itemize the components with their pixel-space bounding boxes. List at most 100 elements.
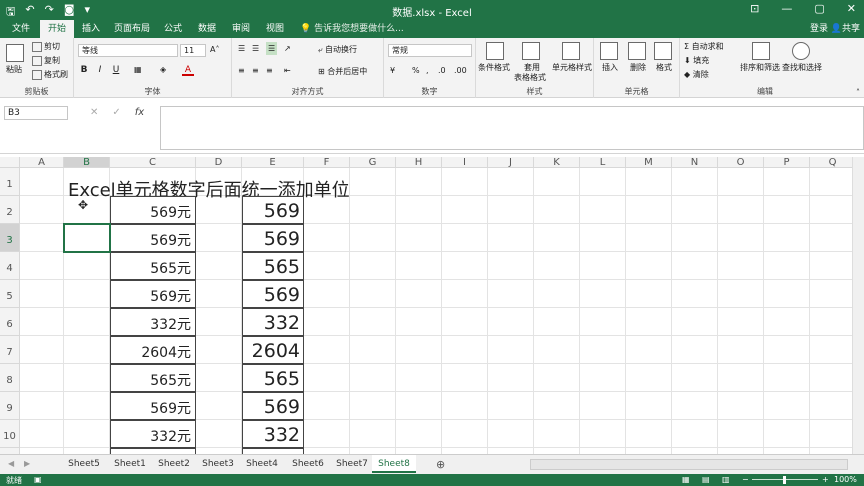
share-button[interactable]: 👤共享 (831, 20, 860, 38)
cell-e-value[interactable]: 569 (242, 196, 304, 224)
cell-c-value[interactable]: 565元 (110, 364, 196, 392)
grid-cell[interactable] (64, 420, 110, 448)
cell-styles-icon[interactable] (562, 42, 580, 60)
orientation-icon[interactable]: ↗ (284, 44, 291, 53)
grid-cell[interactable] (672, 196, 718, 224)
column-header[interactable]: N (672, 157, 718, 168)
grid-cell[interactable] (672, 252, 718, 280)
find-select-button[interactable]: 查找和选择 (782, 62, 822, 73)
grid-cell[interactable] (534, 336, 580, 364)
column-header[interactable]: I (442, 157, 488, 168)
cell-c-value[interactable]: 569元 (110, 224, 196, 252)
italic-button[interactable]: I (94, 64, 106, 76)
grid-cell[interactable] (764, 224, 810, 252)
grid-cell[interactable] (810, 280, 856, 308)
increase-decimal-icon[interactable]: .0 (438, 66, 446, 75)
grid-cell[interactable] (20, 168, 64, 196)
grid-cell[interactable] (534, 364, 580, 392)
collapse-ribbon-icon[interactable]: ˄ (856, 88, 860, 97)
column-header[interactable]: F (304, 157, 350, 168)
grid-cell[interactable] (196, 420, 242, 448)
find-select-icon[interactable] (792, 42, 810, 60)
grid-cell[interactable] (764, 280, 810, 308)
clear-button[interactable]: ◆ 清除 (684, 69, 709, 80)
row-header[interactable]: 9 (0, 392, 20, 420)
grid-cell[interactable] (810, 168, 856, 196)
bold-button[interactable]: B (78, 64, 90, 76)
grid-cell[interactable] (304, 280, 350, 308)
grid-cell[interactable] (672, 280, 718, 308)
grid-cell[interactable] (396, 364, 442, 392)
tab-review[interactable]: 审阅 (226, 20, 256, 38)
grid-cell[interactable] (718, 308, 764, 336)
grid-cell[interactable] (488, 364, 534, 392)
fill-button[interactable]: ⬇ 填充 (684, 55, 709, 66)
grid-cell[interactable] (672, 364, 718, 392)
grid-cell[interactable] (64, 308, 110, 336)
grid-cell[interactable] (350, 308, 396, 336)
row-header[interactable]: 2 (0, 196, 20, 224)
grid-cell[interactable] (442, 280, 488, 308)
grid-cell[interactable] (442, 364, 488, 392)
number-format-select[interactable]: 常规 (388, 44, 472, 57)
grid-cell[interactable] (64, 252, 110, 280)
grid-cell[interactable] (534, 308, 580, 336)
row-header[interactable]: 5 (0, 280, 20, 308)
macro-record-icon[interactable]: ▣ (34, 475, 42, 484)
zoom-in-icon[interactable]: + (822, 475, 829, 484)
column-header[interactable]: O (718, 157, 764, 168)
currency-icon[interactable]: ¥ (390, 66, 395, 75)
align-bottom-icon[interactable]: ☰ (266, 42, 278, 55)
column-header[interactable]: L (580, 157, 626, 168)
cell-c-value[interactable]: 2604元 (110, 336, 196, 364)
row-header[interactable]: 8 (0, 364, 20, 392)
sort-filter-button[interactable]: 排序和筛选 (740, 62, 780, 73)
grid-cell[interactable] (304, 308, 350, 336)
grid-cell[interactable] (304, 420, 350, 448)
grid-cell[interactable] (626, 224, 672, 252)
select-all-corner[interactable] (0, 157, 20, 168)
grid-cell[interactable] (350, 364, 396, 392)
page-layout-view-icon[interactable]: ▤ (702, 475, 710, 484)
grid-cell[interactable] (20, 308, 64, 336)
grid-cell[interactable] (626, 252, 672, 280)
tab-page-layout[interactable]: 页面布局 (110, 20, 154, 38)
format-table-icon[interactable] (522, 42, 540, 60)
cell-c-value[interactable]: 569元 (110, 280, 196, 308)
tab-view[interactable]: 视图 (260, 20, 290, 38)
underline-button[interactable]: U (110, 64, 122, 76)
normal-view-icon[interactable]: ▦ (682, 475, 690, 484)
font-name-select[interactable]: 等线 (78, 44, 178, 57)
row-header[interactable]: 10 (0, 420, 20, 448)
grid-cell[interactable] (810, 364, 856, 392)
tab-formulas[interactable]: 公式 (158, 20, 188, 38)
grid-cell[interactable] (534, 196, 580, 224)
grid-cell[interactable] (64, 280, 110, 308)
decrease-decimal-icon[interactable]: .00 (454, 66, 467, 75)
grid-cell[interactable] (442, 224, 488, 252)
conditional-format-icon[interactable] (486, 42, 504, 60)
grid-cell[interactable] (350, 280, 396, 308)
font-size-select[interactable]: 11 (180, 44, 206, 57)
cell-e-value[interactable]: 569 (242, 224, 304, 252)
insert-button[interactable]: 插入 (602, 62, 618, 73)
grid-cell[interactable] (350, 168, 396, 196)
grid-cell[interactable] (764, 364, 810, 392)
sheet-tab[interactable]: Sheet8 (372, 455, 416, 473)
grid-cell[interactable] (580, 280, 626, 308)
column-header[interactable]: Q (810, 157, 856, 168)
grid-cell[interactable] (534, 252, 580, 280)
scroll-right-icon[interactable]: ▶ (24, 459, 30, 468)
grid-cell[interactable] (580, 168, 626, 196)
sort-filter-icon[interactable] (752, 42, 770, 60)
merge-center-button[interactable]: ⊞ 合并后居中 (318, 66, 367, 77)
tab-file[interactable]: 文件 (4, 20, 38, 38)
column-header[interactable]: P (764, 157, 810, 168)
align-top-icon[interactable]: ☰ (238, 44, 245, 53)
grid-cell[interactable] (64, 392, 110, 420)
grid-cell[interactable] (672, 308, 718, 336)
grid-cell[interactable] (718, 168, 764, 196)
zoom-slider-thumb[interactable] (783, 476, 786, 484)
grid-cell[interactable] (626, 196, 672, 224)
align-middle-icon[interactable]: ☰ (252, 44, 259, 53)
